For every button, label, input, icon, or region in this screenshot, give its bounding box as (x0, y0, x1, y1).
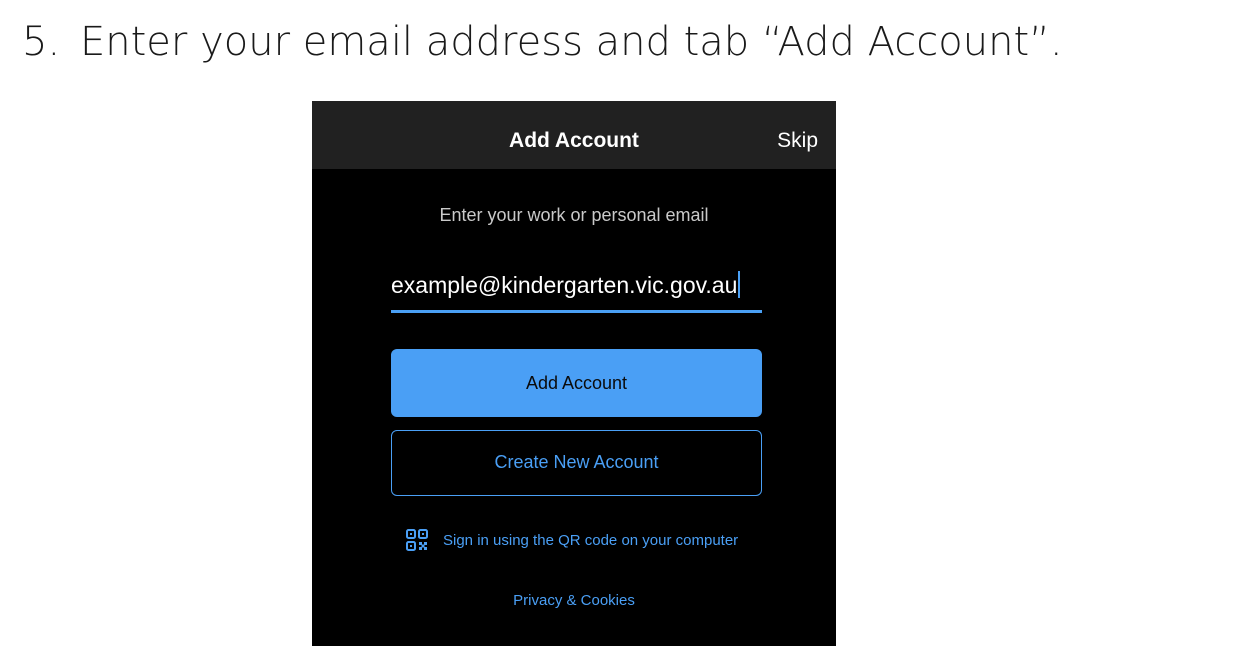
qr-signin-link[interactable]: Sign in using the QR code on your comput… (405, 527, 738, 553)
qr-code-icon (406, 529, 428, 551)
instruction-step: 5. Enter your email address and tab “Add… (22, 16, 1063, 68)
step-text: Enter your email address and tab “Add Ac… (80, 19, 1063, 65)
skip-button[interactable]: Skip (777, 101, 818, 169)
email-prompt: Enter your work or personal email (439, 205, 709, 225)
text-caret (738, 271, 741, 298)
add-account-button[interactable]: Add Account (391, 349, 762, 417)
nav-title: Add Account (509, 129, 639, 152)
phone-screenshot: Add Account Skip Enter your work or pers… (312, 101, 836, 646)
navigation-bar: Add Account Skip (312, 101, 836, 169)
email-value: example@kindergarten.vic.gov.au (391, 271, 741, 299)
email-field[interactable]: example@kindergarten.vic.gov.au (391, 261, 762, 313)
step-number: 5. (22, 19, 61, 65)
create-new-account-button[interactable]: Create New Account (391, 430, 762, 496)
qr-signin-label: Sign in using the QR code on your comput… (443, 531, 739, 549)
privacy-cookies-link[interactable]: Privacy & Cookies (312, 592, 836, 609)
